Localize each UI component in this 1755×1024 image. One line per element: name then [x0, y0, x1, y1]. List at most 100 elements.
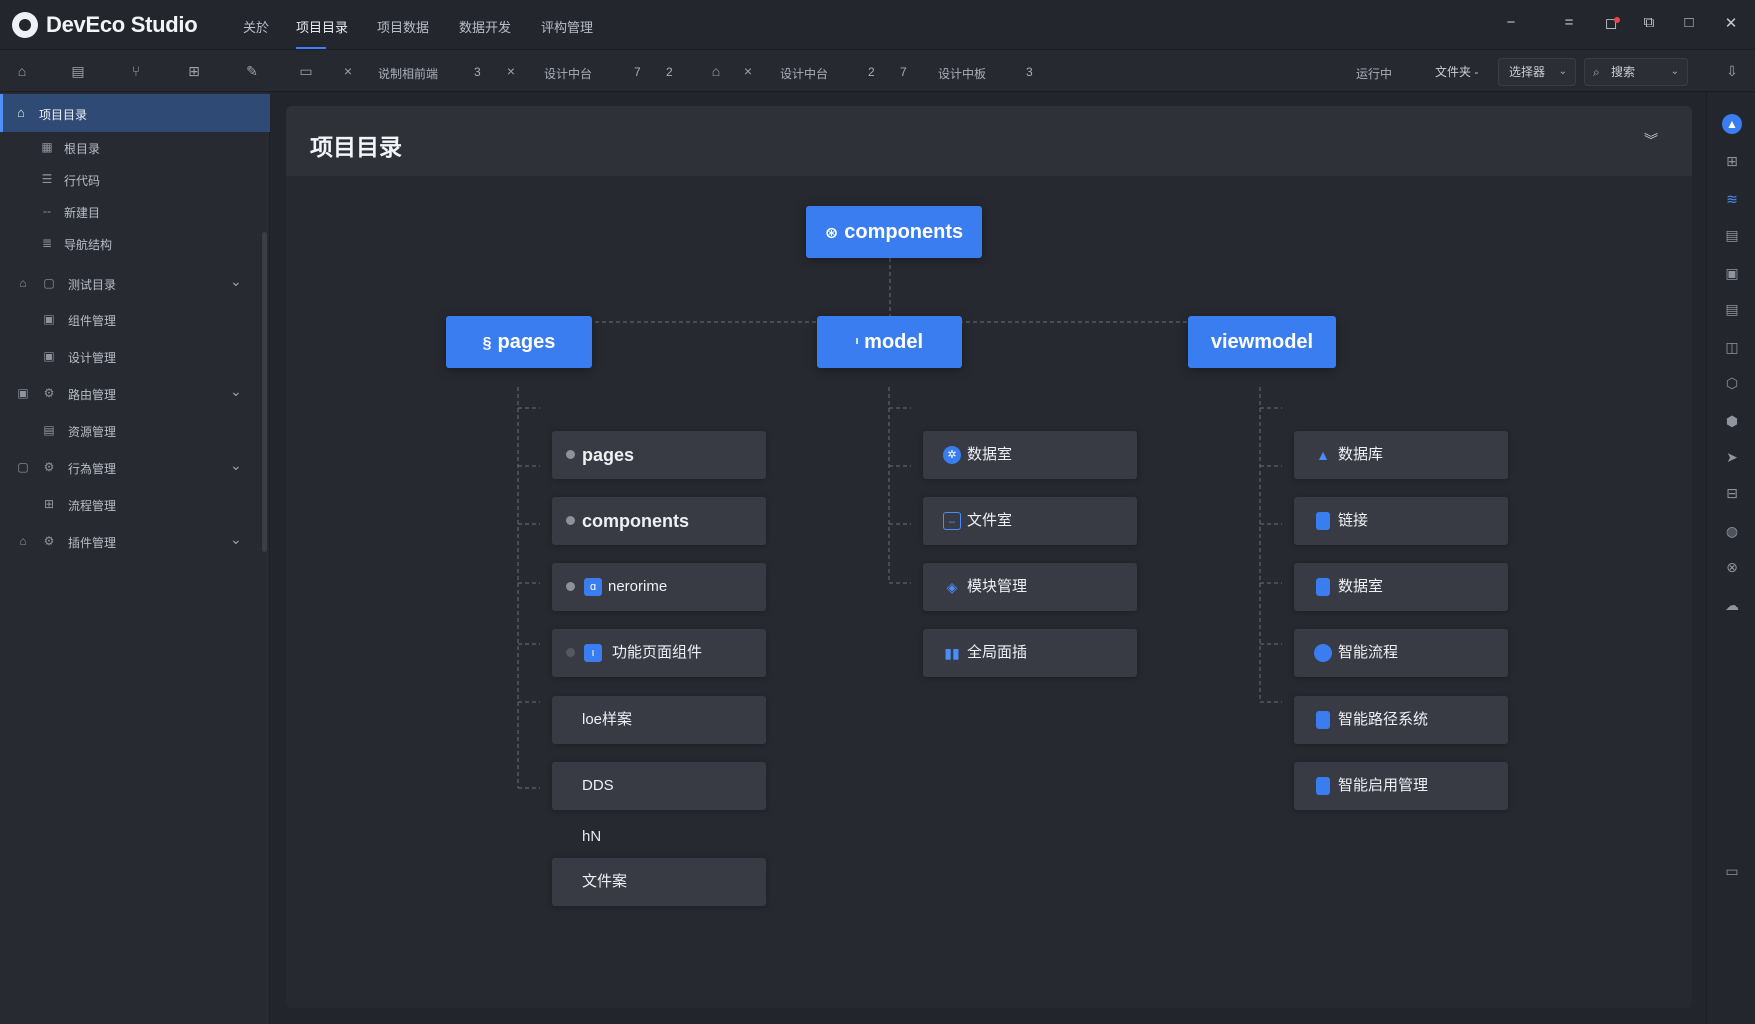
- panel-icon[interactable]: ▭: [298, 63, 314, 79]
- minimize-line-icon[interactable]: −: [1500, 14, 1522, 31]
- cloud-icon[interactable]: ☁: [1723, 596, 1741, 614]
- close-circle-icon[interactable]: ⊗: [1723, 558, 1741, 576]
- sidebar-group-plugins[interactable]: ⌂ ⚙ 插件管理 ⌄: [0, 526, 270, 556]
- tree-node-root[interactable]: ⊛ components: [806, 206, 982, 258]
- panel-toggle-icon[interactable]: ▭: [1723, 862, 1741, 880]
- grid-icon[interactable]: ⊞: [1723, 152, 1741, 170]
- active-menu-indicator: [296, 47, 326, 49]
- tree-leaf[interactable]: loe样案: [552, 696, 766, 744]
- toolbar: ⌂ ▤ ⑂ ⊞ ✎ ▭ × 说制相前端 3 × 设计中台 7 2 ⌂ × 设计中…: [0, 50, 1755, 92]
- file-icon: ι: [584, 644, 602, 662]
- tree-leaf[interactable]: ɑ nerorime: [552, 563, 766, 611]
- tree-node-model[interactable]: ᶦ model: [817, 316, 962, 368]
- tab-close-icon[interactable]: ×: [503, 63, 519, 79]
- assistant-icon[interactable]: ▲: [1722, 114, 1742, 134]
- tab-label[interactable]: 设计中台: [780, 65, 828, 82]
- list-icon[interactable]: =: [1558, 14, 1580, 31]
- chevron-down-icon[interactable]: ⌄: [230, 273, 242, 290]
- document-icon[interactable]: ▤: [70, 63, 86, 79]
- box-icon[interactable]: ◫: [1723, 338, 1741, 356]
- tree-leaf[interactable]: 智能路径系统: [1294, 696, 1508, 744]
- grid-icon[interactable]: ⊞: [186, 63, 202, 79]
- globe-icon[interactable]: ◍: [1723, 522, 1741, 540]
- selector-dropdown[interactable]: 选择器 ⌄: [1498, 58, 1576, 86]
- sidebar-item-label: 组件管理: [68, 314, 117, 328]
- shield-icon[interactable]: ⬡: [1723, 374, 1741, 392]
- lock-icon[interactable]: ⌂: [708, 63, 724, 79]
- folder-filter-button[interactable]: 文件夹 -: [1424, 58, 1486, 86]
- menu-item-project-data[interactable]: 项目数据: [377, 17, 429, 36]
- sidebar-item-new[interactable]: -- 新建目: [0, 196, 270, 226]
- tree-node-viewmodel[interactable]: viewmodel: [1188, 316, 1336, 368]
- tree-leaf[interactable]: 智能流程: [1294, 629, 1508, 677]
- tree-leaf[interactable]: 数据室: [1294, 563, 1508, 611]
- chevron-down-icon[interactable]: ⌄: [230, 457, 242, 474]
- tab-label[interactable]: 设计中台: [544, 65, 592, 82]
- layers-icon[interactable]: ≋: [1723, 190, 1741, 208]
- sidebar-item-nav[interactable]: ≣ 导航结构: [0, 228, 270, 258]
- chevron-down-icon[interactable]: ⌄: [230, 383, 242, 400]
- tab-close-icon[interactable]: ×: [340, 63, 356, 79]
- sidebar-item-root[interactable]: ▦ 根目录: [0, 132, 270, 162]
- tree-leaf[interactable]: ι 功能页面组件: [552, 629, 766, 677]
- sidebar-item-resources[interactable]: ▤ 资源管理: [0, 415, 270, 445]
- menu-item-manage[interactable]: 评构管理: [541, 17, 593, 36]
- tab-label[interactable]: 设计中板: [938, 65, 986, 82]
- tree-node-pages[interactable]: § pages: [446, 316, 592, 368]
- sidebar-item-label: 根目录: [64, 142, 101, 156]
- sidebar-item-code[interactable]: ☰ 行代码: [0, 164, 270, 194]
- sidebar-group-routes[interactable]: ▣ ⚙ 路由管理 ⌄: [0, 378, 270, 408]
- search-input[interactable]: ⌕ 搜索 ⌄: [1584, 58, 1688, 86]
- calendar-icon[interactable]: ▤: [1723, 226, 1741, 244]
- tab-close-icon[interactable]: ×: [740, 63, 756, 79]
- document-icon[interactable]: ▤: [1723, 300, 1741, 318]
- tree-leaf[interactable]: ◈ 模块管理: [923, 563, 1137, 611]
- tree-leaf[interactable]: 文件案: [552, 858, 766, 906]
- branch-icon[interactable]: ⑂: [128, 63, 144, 79]
- tab-label[interactable]: 说制相前端: [378, 65, 438, 82]
- box-icon: ▢: [17, 460, 29, 474]
- phone-icon: [1316, 711, 1330, 729]
- tree-leaf[interactable]: – 文件室: [923, 497, 1137, 545]
- leaf-label: 文件室: [967, 512, 1013, 529]
- archive-icon[interactable]: ⊟: [1723, 484, 1741, 502]
- edit-icon[interactable]: ✎: [244, 63, 260, 79]
- tree-leaf[interactable]: pages: [552, 431, 766, 479]
- menu-item-data-dev[interactable]: 数据开发: [459, 17, 511, 36]
- sidebar-scrollbar[interactable]: [262, 232, 267, 552]
- menu-item-about[interactable]: 关於: [243, 17, 269, 36]
- chart-icon: ▮▮: [944, 645, 960, 661]
- collapse-icon[interactable]: ︾: [1644, 130, 1658, 150]
- tree-leaf[interactable]: ▮▮ 全局面插: [923, 629, 1137, 677]
- leaf-label: 功能页面组件: [612, 644, 703, 661]
- cube-icon[interactable]: ⬢: [1723, 412, 1741, 430]
- restore-icon[interactable]: ⧉: [1638, 14, 1660, 31]
- leaf-label: 智能启用管理: [1338, 777, 1429, 794]
- tree-leaf[interactable]: components: [552, 497, 766, 545]
- sidebar-item-label: 行為管理: [68, 462, 117, 476]
- home-icon[interactable]: ⌂: [14, 63, 30, 79]
- tab-count: 2: [868, 65, 875, 79]
- tree-leaf[interactable]: 智能启用管理: [1294, 762, 1508, 810]
- sidebar-item-components[interactable]: ▣ 组件管理: [0, 304, 270, 334]
- send-icon[interactable]: ➤: [1723, 448, 1741, 466]
- sidebar-group-test[interactable]: ⌂ ▢ 测试目录 ⌄: [0, 268, 270, 298]
- node-label: model: [864, 331, 924, 353]
- tree-leaf[interactable]: ✲ 数据室: [923, 431, 1137, 479]
- sidebar-item-design[interactable]: ▣ 设计管理: [0, 341, 270, 371]
- sidebar-item-flow[interactable]: ⊞ 流程管理: [0, 489, 270, 519]
- main-header: 项目目录 ︾: [286, 106, 1692, 176]
- file-icon: –: [943, 512, 961, 530]
- tree-leaf[interactable]: DDS: [552, 762, 766, 810]
- menu-item-project-directory[interactable]: 项目目录: [296, 17, 348, 36]
- list-icon[interactable]: ▣: [1723, 264, 1741, 282]
- sidebar-item-label: 插件管理: [68, 536, 117, 550]
- chevron-down-icon[interactable]: ⌄: [230, 531, 242, 548]
- tree-leaf[interactable]: ▲ 数据库: [1294, 431, 1508, 479]
- sidebar-item-project-directory[interactable]: ⌂ 项目目录: [0, 94, 270, 132]
- export-icon[interactable]: ⇩: [1724, 63, 1740, 79]
- tree-leaf[interactable]: 链接: [1294, 497, 1508, 545]
- close-icon[interactable]: ✕: [1720, 14, 1742, 32]
- maximize-icon[interactable]: □: [1678, 14, 1700, 31]
- sidebar-group-behavior[interactable]: ▢ ⚙ 行為管理 ⌄: [0, 452, 270, 482]
